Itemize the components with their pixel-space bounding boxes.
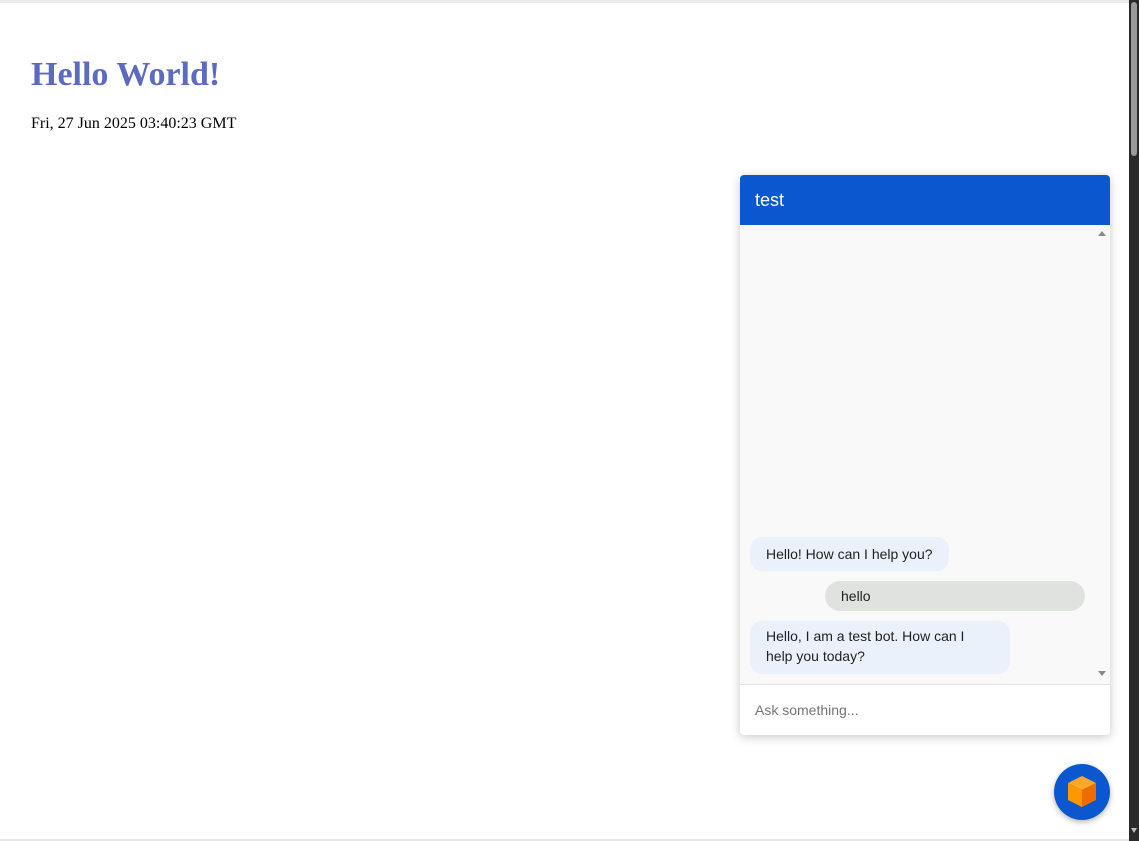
chat-title: test xyxy=(755,190,785,210)
bot-message: Hello, I am a test bot. How can I help y… xyxy=(750,621,1010,674)
chat-header: test xyxy=(740,175,1110,225)
cube-icon xyxy=(1068,776,1096,807)
scroll-up-arrow-icon[interactable] xyxy=(1098,231,1106,236)
top-border xyxy=(0,0,1129,3)
chat-window: test Hello! How can I help you? hello He… xyxy=(740,175,1110,735)
browser-scrollbar[interactable] xyxy=(1129,0,1139,841)
user-message: hello xyxy=(825,581,1085,611)
scrollbar-thumb[interactable] xyxy=(1131,2,1137,156)
scroll-down-arrow-icon[interactable] xyxy=(1131,828,1137,833)
chat-input-area xyxy=(740,684,1110,735)
chat-launcher-button[interactable] xyxy=(1054,764,1110,820)
page-date: Fri, 27 Jun 2025 03:40:23 GMT xyxy=(31,115,237,132)
page-title: Hello World! xyxy=(31,56,221,93)
scroll-down-arrow-icon[interactable] xyxy=(1098,671,1106,676)
bot-message: Hello! How can I help you? xyxy=(750,537,949,571)
chat-message-list[interactable]: Hello! How can I help you? hello Hello, … xyxy=(740,225,1110,684)
chat-input[interactable] xyxy=(740,685,1110,735)
